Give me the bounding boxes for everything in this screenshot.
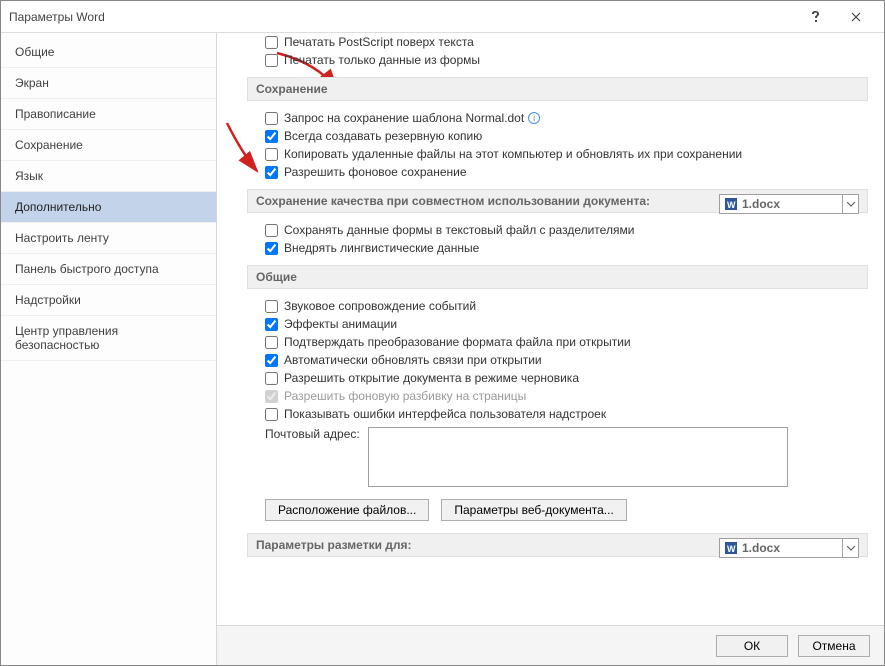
- opt-repag-row: Разрешить фоновую разбивку на страницы: [247, 387, 868, 405]
- layout-header-text: Параметры разметки для:: [256, 538, 412, 552]
- remote-checkbox[interactable]: [265, 148, 278, 161]
- window-title: Параметры Word: [9, 10, 796, 24]
- sound-label: Звуковое сопровождение событий: [284, 299, 476, 313]
- file-locations-button[interactable]: Расположение файлов...: [265, 499, 429, 521]
- draft-label: Разрешить открытие документа в режиме че…: [284, 371, 579, 385]
- anim-label: Эффекты анимации: [284, 317, 397, 331]
- opt-formtext-row: Сохранять данные формы в текстовый файл …: [247, 221, 868, 239]
- nav-proofing[interactable]: Правописание: [1, 99, 216, 130]
- layout-doc-combo[interactable]: W 1.docx: [719, 538, 859, 558]
- normal-checkbox[interactable]: [265, 112, 278, 125]
- anim-checkbox[interactable]: [265, 318, 278, 331]
- cancel-button[interactable]: Отмена: [798, 635, 870, 657]
- opt-backup-row: Всегда создавать резервную копию: [247, 127, 868, 145]
- nav-display[interactable]: Экран: [1, 68, 216, 99]
- repag-label: Разрешить фоновую разбивку на страницы: [284, 389, 526, 403]
- nav-advanced[interactable]: Дополнительно: [1, 192, 216, 223]
- formdata-label: Печатать только данные из формы: [284, 53, 480, 67]
- help-button[interactable]: [796, 3, 836, 31]
- help-icon: [811, 10, 821, 24]
- repag-checkbox: [265, 390, 278, 403]
- addinerr-label: Показывать ошибки интерфейса пользовател…: [284, 407, 606, 421]
- addinerr-checkbox[interactable]: [265, 408, 278, 421]
- opt-anim-row: Эффекты анимации: [247, 315, 868, 333]
- backup-label: Всегда создавать резервную копию: [284, 129, 482, 143]
- titlebar: Параметры Word: [1, 1, 884, 33]
- svg-text:W: W: [727, 544, 736, 554]
- opt-sound-row: Звуковое сопровождение событий: [247, 297, 868, 315]
- opt-bgsave-row: Разрешить фоновое сохранение: [247, 163, 868, 181]
- chevron-down-icon: [842, 539, 858, 557]
- section-layout-header: Параметры разметки для: W 1.docx: [247, 533, 868, 557]
- opt-confirm-row: Подтверждать преобразование формата файл…: [247, 333, 868, 351]
- nav-addins[interactable]: Надстройки: [1, 285, 216, 316]
- mail-row: Почтовый адрес:: [247, 423, 868, 491]
- section-general-header: Общие: [247, 265, 868, 289]
- word-doc-icon: W: [724, 197, 738, 211]
- postscript-label: Печатать PostScript поверх текста: [284, 35, 474, 49]
- section-save-header: Сохранение: [247, 77, 868, 101]
- ok-button[interactable]: ОК: [716, 635, 788, 657]
- section-fidelity-header: Сохранение качества при совместном испол…: [247, 189, 868, 213]
- chevron-down-icon: [842, 195, 858, 213]
- layout-doc-name: 1.docx: [742, 541, 780, 555]
- remote-label: Копировать удаленные файлы на этот компь…: [284, 147, 742, 161]
- draft-checkbox[interactable]: [265, 372, 278, 385]
- opt-draft-row: Разрешить открытие документа в режиме че…: [247, 369, 868, 387]
- opt-autolinks-row: Автоматически обновлять связи при открыт…: [247, 351, 868, 369]
- sound-checkbox[interactable]: [265, 300, 278, 313]
- normal-label: Запрос на сохранение шаблона Normal.dot: [284, 111, 524, 125]
- bgsave-label: Разрешить фоновое сохранение: [284, 165, 467, 179]
- bgsave-checkbox[interactable]: [265, 166, 278, 179]
- ling-label: Внедрять лингвистические данные: [284, 241, 479, 255]
- confirm-label: Подтверждать преобразование формата файл…: [284, 335, 631, 349]
- info-icon[interactable]: i: [528, 112, 540, 124]
- formtext-checkbox[interactable]: [265, 224, 278, 237]
- autolinks-label: Автоматически обновлять связи при открыт…: [284, 353, 542, 367]
- autolinks-checkbox[interactable]: [265, 354, 278, 367]
- postscript-checkbox[interactable]: [265, 36, 278, 49]
- formtext-label: Сохранять данные формы в текстовый файл …: [284, 223, 634, 237]
- close-button[interactable]: [836, 3, 876, 31]
- nav-ribbon[interactable]: Настроить ленту: [1, 223, 216, 254]
- fidelity-doc-name: 1.docx: [742, 197, 780, 211]
- word-doc-icon: W: [724, 541, 738, 555]
- options-dialog: Параметры Word Общие Экран Правописание …: [0, 0, 885, 666]
- nav-language[interactable]: Язык: [1, 161, 216, 192]
- buttons-row: Расположение файлов... Параметры веб-док…: [247, 491, 868, 525]
- backup-checkbox[interactable]: [265, 130, 278, 143]
- opt-ling-row: Внедрять лингвистические данные: [247, 239, 868, 257]
- confirm-checkbox[interactable]: [265, 336, 278, 349]
- dialog-footer: ОК Отмена: [217, 625, 884, 665]
- nav-general[interactable]: Общие: [1, 37, 216, 68]
- web-options-button[interactable]: Параметры веб-документа...: [441, 499, 626, 521]
- content: Общие Экран Правописание Сохранение Язык…: [1, 33, 884, 665]
- opt-postscript-row: Печатать PostScript поверх текста: [247, 33, 868, 51]
- scroll-area[interactable]: Печатать PostScript поверх текста Печата…: [217, 33, 884, 625]
- opt-normal-row: Запрос на сохранение шаблона Normal.dot …: [247, 109, 868, 127]
- mail-input[interactable]: [368, 427, 788, 487]
- main-panel: Печатать PostScript поверх текста Печата…: [217, 33, 884, 665]
- opt-remote-row: Копировать удаленные файлы на этот компь…: [247, 145, 868, 163]
- nav-save[interactable]: Сохранение: [1, 130, 216, 161]
- close-icon: [851, 12, 861, 22]
- fidelity-doc-combo[interactable]: W 1.docx: [719, 194, 859, 214]
- nav-trust[interactable]: Центр управления безопасностью: [1, 316, 216, 361]
- ling-checkbox[interactable]: [265, 242, 278, 255]
- opt-addinerr-row: Показывать ошибки интерфейса пользовател…: [247, 405, 868, 423]
- opt-formdata-row: Печатать только данные из формы: [247, 51, 868, 69]
- fidelity-header-text: Сохранение качества при совместном испол…: [256, 194, 650, 208]
- nav-qat[interactable]: Панель быстрого доступа: [1, 254, 216, 285]
- mail-label: Почтовый адрес:: [265, 427, 360, 441]
- sidebar: Общие Экран Правописание Сохранение Язык…: [1, 33, 217, 665]
- formdata-checkbox[interactable]: [265, 54, 278, 67]
- svg-text:W: W: [727, 200, 736, 210]
